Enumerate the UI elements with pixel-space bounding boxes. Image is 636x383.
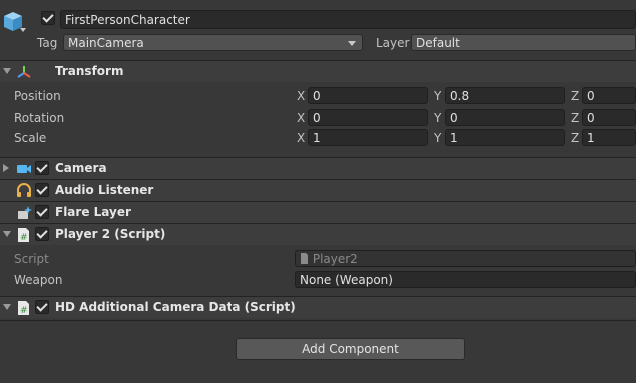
position-x-axis-label[interactable]: X xyxy=(297,89,305,103)
script-file-icon: # xyxy=(16,300,31,319)
tag-dropdown[interactable]: MainCamera xyxy=(63,34,363,51)
rotation-z-field[interactable]: 0 xyxy=(582,109,636,126)
headphones-icon xyxy=(16,183,32,201)
rotation-y-axis-label[interactable]: Y xyxy=(434,111,441,125)
scale-z-field[interactable]: 1 xyxy=(582,129,636,146)
player2-title: Player 2 (Script) xyxy=(55,227,166,241)
audio-listener-title: Audio Listener xyxy=(55,183,154,197)
layer-dropdown[interactable]: Default xyxy=(411,34,636,51)
transform-gizmo-icon xyxy=(16,64,32,83)
rotation-z-axis-label[interactable]: Z xyxy=(571,111,579,125)
position-label: Position xyxy=(14,89,61,103)
rotation-y-field[interactable]: 0 xyxy=(445,109,565,126)
add-component-button[interactable]: Add Component xyxy=(236,338,465,360)
foldout-arrow-icon[interactable] xyxy=(3,304,11,310)
scale-x-field[interactable]: 1 xyxy=(308,129,428,146)
camera-header[interactable]: Camera xyxy=(0,157,636,179)
gameobject-name-field[interactable]: FirstPersonCharacter xyxy=(60,10,636,29)
tag-value: MainCamera xyxy=(68,36,144,50)
scale-y-axis-label[interactable]: Y xyxy=(434,131,441,145)
player2-script-header[interactable]: # Player 2 (Script) xyxy=(0,223,636,245)
divider xyxy=(0,320,636,321)
hd-camera-data-title: HD Additional Camera Data (Script) xyxy=(55,300,296,314)
scale-x-axis-label[interactable]: X xyxy=(297,131,305,145)
camera-title: Camera xyxy=(55,161,107,175)
audio-listener-enabled-checkbox[interactable] xyxy=(35,183,49,197)
rotation-x-field[interactable]: 0 xyxy=(308,109,428,126)
player2-enabled-checkbox[interactable] xyxy=(35,227,49,241)
foldout-arrow-icon[interactable] xyxy=(3,68,11,74)
position-z-field[interactable]: 0 xyxy=(582,87,636,104)
audio-listener-header[interactable]: Audio Listener xyxy=(0,179,636,201)
flare-layer-title: Flare Layer xyxy=(55,205,131,219)
transform-title: Transform xyxy=(55,64,124,78)
position-x-field[interactable]: 0 xyxy=(308,87,428,104)
gameobject-active-checkbox[interactable] xyxy=(41,11,55,25)
layer-value: Default xyxy=(416,36,460,50)
script-file-icon xyxy=(300,252,309,269)
foldout-arrow-icon[interactable] xyxy=(3,231,11,237)
weapon-label: Weapon xyxy=(14,273,63,287)
weapon-object-field[interactable]: None (Weapon) xyxy=(295,271,636,288)
script-reference-value: Player2 xyxy=(312,252,358,266)
hd-camera-data-header[interactable]: # HD Additional Camera Data (Script) xyxy=(0,296,636,318)
svg-text:#: # xyxy=(20,233,28,243)
dropdown-arrow-icon xyxy=(348,41,356,46)
script-label: Script xyxy=(14,252,49,266)
layer-label: Layer xyxy=(376,36,410,50)
position-y-field[interactable]: 0.8 xyxy=(445,87,565,104)
script-reference-field[interactable]: Player2 xyxy=(295,250,636,267)
position-z-axis-label[interactable]: Z xyxy=(571,89,579,103)
scale-z-axis-label[interactable]: Z xyxy=(571,131,579,145)
tag-label: Tag xyxy=(37,36,58,50)
script-file-icon: # xyxy=(16,227,31,246)
rotation-label: Rotation xyxy=(14,111,65,125)
scale-y-field[interactable]: 1 xyxy=(445,129,565,146)
camera-icon xyxy=(16,162,32,179)
rotation-x-axis-label[interactable]: X xyxy=(297,111,305,125)
position-y-axis-label[interactable]: Y xyxy=(434,89,441,103)
svg-text:#: # xyxy=(20,306,28,316)
icon-dropdown-chevron-icon[interactable] xyxy=(20,28,26,32)
flare-layer-enabled-checkbox[interactable] xyxy=(35,205,49,219)
foldout-arrow-icon[interactable] xyxy=(3,164,9,172)
scale-label: Scale xyxy=(14,131,47,145)
flare-layer-icon xyxy=(16,205,32,224)
transform-header[interactable]: Transform xyxy=(0,60,636,82)
flare-layer-header[interactable]: Flare Layer xyxy=(0,201,636,223)
camera-enabled-checkbox[interactable] xyxy=(35,161,49,175)
hd-camera-data-enabled-checkbox[interactable] xyxy=(35,300,49,314)
